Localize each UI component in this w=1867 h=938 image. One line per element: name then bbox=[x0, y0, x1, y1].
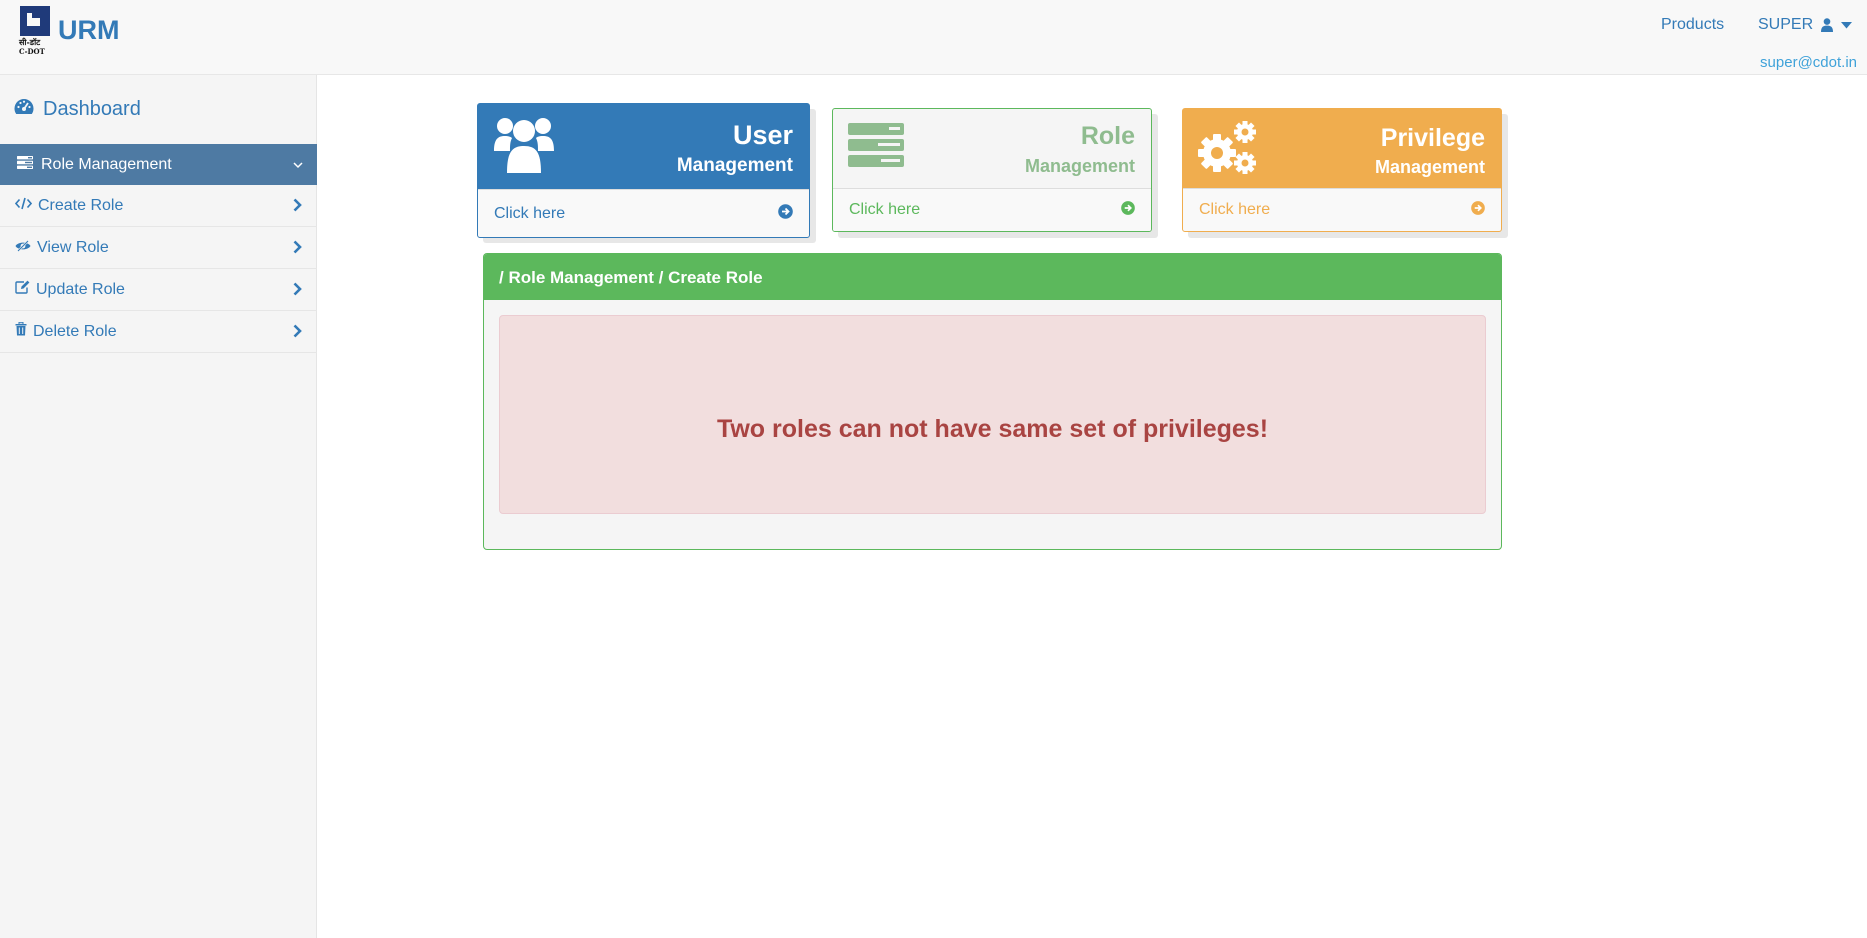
card-header: Privilege Management bbox=[1183, 109, 1501, 189]
arrow-circle-right-icon bbox=[778, 203, 793, 224]
user-icon bbox=[1821, 18, 1834, 32]
alert-message: Two roles can not have same set of privi… bbox=[716, 415, 1269, 443]
brand[interactable]: सी-डॉट C-DOT URM bbox=[18, 6, 120, 56]
breadcrumb: / Role Management / Create Role bbox=[484, 254, 1501, 300]
click-here-label: Click here bbox=[494, 204, 566, 222]
card-subtitle: Management bbox=[1024, 156, 1135, 176]
create-role-label: Create Role bbox=[38, 196, 124, 214]
chevron-right-icon bbox=[293, 282, 302, 301]
logo-mark bbox=[20, 6, 50, 36]
users-icon bbox=[494, 115, 554, 180]
edit-icon bbox=[15, 280, 30, 299]
click-here-label: Click here bbox=[1199, 201, 1271, 218]
gears-icon bbox=[1198, 120, 1258, 181]
dashboard-icon bbox=[14, 98, 34, 121]
create-role-panel: / Role Management / Create Role Two role… bbox=[483, 253, 1502, 550]
user-email: super@cdot.in bbox=[1760, 54, 1857, 71]
section-label: Role Management bbox=[41, 155, 172, 173]
sidebar-item-update-role[interactable]: Update Role bbox=[0, 269, 317, 311]
arrow-circle-right-icon bbox=[1471, 200, 1485, 220]
role-management-card[interactable]: Role Management Click here bbox=[832, 108, 1152, 232]
card-header: User Management bbox=[478, 104, 809, 190]
sidebar: Dashboard Role Management Create Role Vi… bbox=[0, 75, 317, 938]
sidebar-section-role-management[interactable]: Role Management bbox=[0, 144, 317, 185]
list-icon bbox=[17, 155, 33, 174]
products-link[interactable]: Products bbox=[1661, 16, 1724, 34]
card-subtitle: Management bbox=[676, 155, 793, 176]
user-name: SUPER bbox=[1758, 16, 1814, 33]
card-subtitle: Management bbox=[1374, 157, 1485, 177]
trash-icon bbox=[15, 321, 27, 341]
chevron-right-icon bbox=[293, 240, 302, 259]
arrow-circle-right-icon bbox=[1121, 200, 1135, 220]
logo-text-en: C-DOT bbox=[19, 47, 45, 56]
card-header: Role Management bbox=[833, 109, 1151, 189]
server-icon bbox=[848, 123, 904, 172]
card-footer-link[interactable]: Click here bbox=[833, 188, 1151, 231]
card-title: User bbox=[732, 120, 793, 150]
chevron-right-icon bbox=[293, 324, 302, 343]
chevron-right-icon bbox=[293, 198, 302, 217]
card-title: Privilege bbox=[1380, 124, 1485, 152]
card-footer-link[interactable]: Click here bbox=[1183, 188, 1501, 231]
app-name: URM bbox=[58, 15, 120, 45]
code-icon bbox=[14, 197, 33, 215]
top-navbar: सी-डॉट C-DOT URM Products SUPER super@cd… bbox=[0, 0, 1867, 75]
eye-slash-icon bbox=[15, 239, 31, 257]
view-role-label: View Role bbox=[37, 238, 109, 256]
caret-down-icon bbox=[1841, 21, 1853, 29]
card-footer-link[interactable]: Click here bbox=[478, 189, 809, 237]
card-title: Role bbox=[1080, 122, 1135, 150]
user-management-card[interactable]: User Management Click here bbox=[477, 103, 810, 238]
sidebar-item-view-role[interactable]: View Role bbox=[0, 227, 317, 269]
sidebar-item-create-role[interactable]: Create Role bbox=[0, 185, 317, 227]
sidebar-dashboard-link[interactable]: Dashboard bbox=[14, 98, 141, 121]
cdot-logo: सी-डॉट C-DOT bbox=[18, 6, 52, 56]
dashboard-label: Dashboard bbox=[43, 98, 141, 120]
privilege-management-card[interactable]: Privilege Management Click here bbox=[1182, 108, 1502, 232]
user-dropdown[interactable]: SUPER bbox=[1758, 16, 1853, 34]
error-alert: Two roles can not have same set of privi… bbox=[499, 315, 1486, 514]
chevron-down-icon bbox=[293, 156, 303, 174]
click-here-label: Click here bbox=[849, 201, 921, 218]
update-role-label: Update Role bbox=[36, 280, 125, 298]
sidebar-item-delete-role[interactable]: Delete Role bbox=[0, 311, 317, 353]
delete-role-label: Delete Role bbox=[33, 322, 117, 340]
